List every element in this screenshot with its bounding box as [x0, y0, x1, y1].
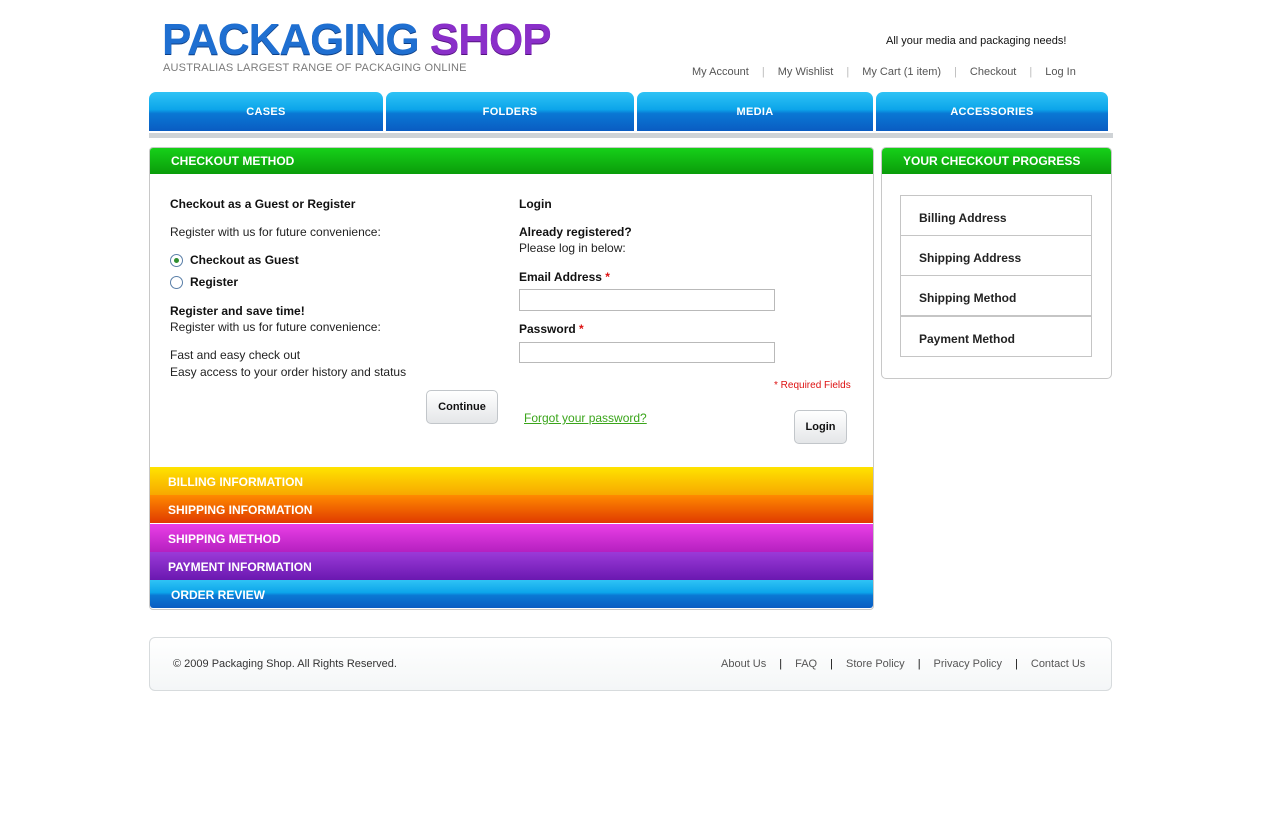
- site-logo[interactable]: PACKAGING SHOP: [162, 15, 552, 64]
- my-cart-link[interactable]: My Cart (1 item): [862, 66, 941, 78]
- top-links: My Account | My Wishlist | My Cart (1 it…: [692, 66, 1076, 78]
- progress-item-label: Shipping Address: [919, 251, 1022, 265]
- email-label: Email Address *: [519, 270, 610, 284]
- my-wishlist-link[interactable]: My Wishlist: [778, 66, 834, 78]
- checkout-as-guest-label[interactable]: Checkout as Guest: [190, 253, 299, 267]
- checkout-progress-title: YOUR CHECKOUT PROGRESS: [903, 154, 1081, 168]
- email-label-text: Email Address: [519, 270, 602, 284]
- link-separator: |: [954, 66, 957, 78]
- checkout-method-title: CHECKOUT METHOD: [171, 154, 295, 168]
- step-label: BILLING INFORMATION: [168, 475, 304, 489]
- required-fields-note: * Required Fields: [774, 380, 851, 391]
- guest-register-heading: Checkout as a Guest or Register: [170, 197, 356, 211]
- progress-item-label: Billing Address: [919, 211, 1007, 225]
- register-save-heading: Register and save time!: [170, 304, 305, 318]
- step-payment-information[interactable]: PAYMENT INFORMATION: [150, 552, 873, 580]
- progress-item-shipping-method: Shipping Method: [900, 275, 1092, 316]
- link-separator: |: [761, 66, 765, 78]
- register-label[interactable]: Register: [190, 275, 238, 289]
- checkout-method-header[interactable]: CHECKOUT METHOD: [150, 148, 873, 174]
- already-registered-text: Already registered?: [519, 225, 632, 239]
- login-heading: Login: [519, 197, 552, 211]
- step-label: SHIPPING INFORMATION: [168, 503, 313, 517]
- progress-item-shipping-address: Shipping Address: [900, 235, 1092, 276]
- link-separator: |: [917, 658, 921, 670]
- step-order-review[interactable]: ORDER REVIEW: [150, 580, 873, 608]
- please-login-text: Please log in below:: [519, 241, 626, 255]
- step-label: PAYMENT INFORMATION: [168, 560, 312, 574]
- store-policy-link[interactable]: Store Policy: [846, 658, 905, 670]
- register-radio[interactable]: [170, 276, 183, 289]
- logo-tagline: AUSTRALIAS LARGEST RANGE OF PACKAGING ON…: [163, 62, 467, 74]
- step-label: ORDER REVIEW: [171, 588, 266, 602]
- guest-register-intro: Register with us for future convenience:: [170, 225, 381, 239]
- login-button[interactable]: Login: [794, 410, 847, 444]
- about-us-link[interactable]: About Us: [721, 658, 766, 670]
- logo-text-shop: SHOP: [429, 15, 552, 64]
- nav-folders[interactable]: FOLDERS: [386, 92, 634, 131]
- step-billing-information[interactable]: BILLING INFORMATION: [150, 467, 873, 495]
- password-field[interactable]: [519, 342, 775, 363]
- link-separator: |: [846, 66, 850, 78]
- benefit-item: Easy access to your order history and st…: [170, 365, 407, 379]
- nav-media[interactable]: MEDIA: [637, 92, 873, 131]
- copyright-text: © 2009 Packaging Shop. All Rights Reserv…: [173, 658, 397, 670]
- step-shipping-information[interactable]: SHIPPING INFORMATION: [150, 495, 873, 523]
- password-label-text: Password: [519, 322, 576, 336]
- link-separator: |: [830, 658, 833, 670]
- link-separator: |: [1029, 66, 1033, 78]
- register-save-intro: Register with us for future convenience:: [170, 320, 381, 334]
- link-separator: |: [779, 658, 783, 670]
- forgot-password-link[interactable]: Forgot your password?: [524, 411, 647, 425]
- benefit-item: Fast and easy check out: [170, 348, 301, 362]
- contact-us-link[interactable]: Contact Us: [1031, 658, 1085, 670]
- progress-item-label: Payment Method: [919, 332, 1016, 346]
- footer-links: About Us | FAQ | Store Policy | Privacy …: [721, 658, 1085, 670]
- faq-link[interactable]: FAQ: [795, 658, 817, 670]
- nav-divider: [149, 133, 1113, 138]
- required-star: *: [605, 270, 610, 284]
- checkout-as-guest-radio[interactable]: [170, 254, 183, 267]
- progress-item-billing-address: Billing Address: [900, 195, 1092, 236]
- progress-item-payment-method: Payment Method: [900, 316, 1092, 357]
- checkout-link[interactable]: Checkout: [970, 66, 1016, 78]
- required-star: *: [579, 322, 584, 336]
- nav-cases[interactable]: CASES: [149, 92, 383, 131]
- my-account-link[interactable]: My Account: [692, 66, 749, 78]
- continue-button[interactable]: Continue: [426, 390, 498, 424]
- email-field[interactable]: [519, 289, 775, 311]
- checkout-progress-header: YOUR CHECKOUT PROGRESS: [882, 148, 1111, 174]
- nav-accessories[interactable]: ACCESSORIES: [876, 92, 1108, 131]
- step-label: SHIPPING METHOD: [168, 532, 281, 546]
- link-separator: |: [1015, 658, 1018, 670]
- main-nav: CASES FOLDERS MEDIA ACCESSORIES: [149, 92, 1109, 132]
- password-label: Password *: [519, 322, 584, 336]
- progress-item-label: Shipping Method: [919, 291, 1017, 305]
- site-tagline: All your media and packaging needs!: [886, 35, 1067, 47]
- log-in-link[interactable]: Log In: [1045, 66, 1076, 78]
- step-shipping-method[interactable]: SHIPPING METHOD: [150, 524, 873, 552]
- privacy-policy-link[interactable]: Privacy Policy: [934, 658, 1002, 670]
- logo-text-packaging: PACKAGING: [162, 15, 420, 64]
